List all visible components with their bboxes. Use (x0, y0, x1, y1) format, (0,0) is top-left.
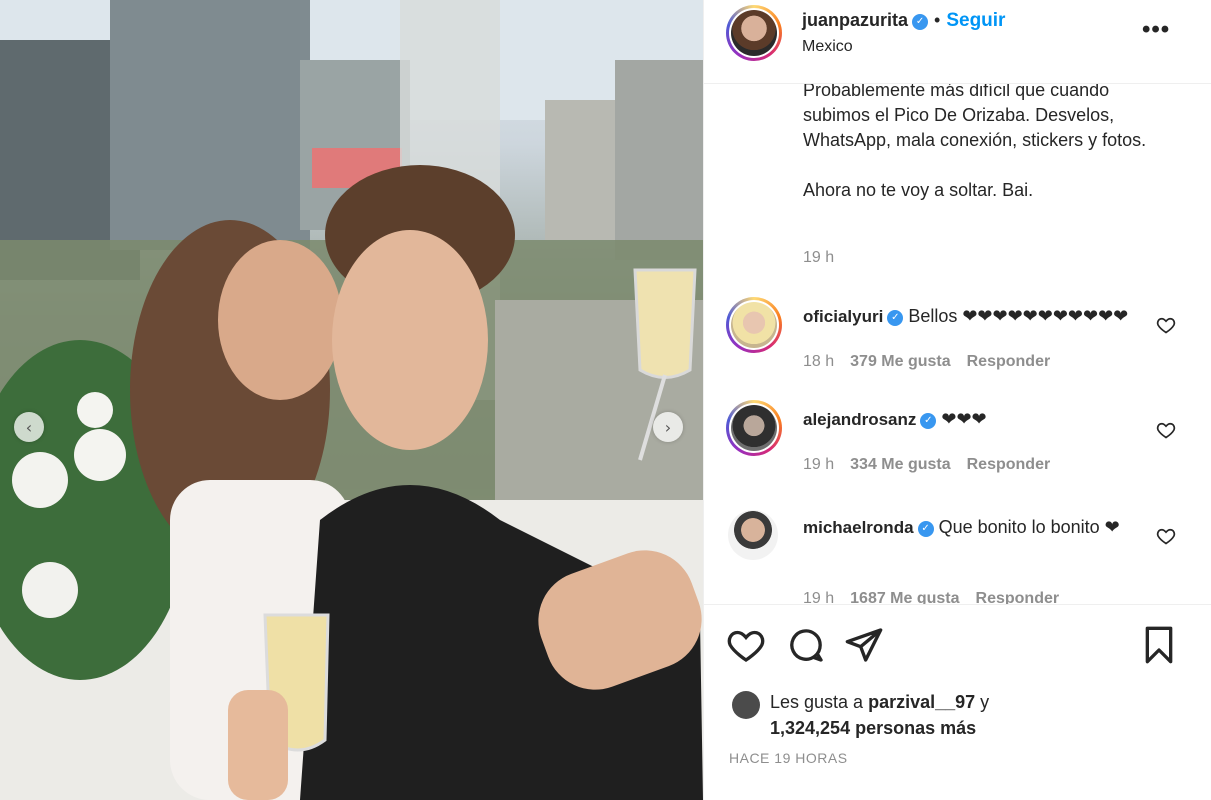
photo-illustration (0, 0, 703, 800)
comment-likes[interactable]: 334 Me gusta (850, 456, 950, 473)
like-comment-heart-icon[interactable] (1156, 315, 1176, 335)
verified-icon: ✓ (912, 13, 929, 30)
commenter-avatar[interactable] (726, 400, 782, 456)
like-comment-heart-icon[interactable] (1156, 526, 1176, 546)
comment-time: 18 h (803, 353, 835, 370)
commenter-username[interactable]: oficialyuri (803, 307, 883, 326)
comment-meta: 18 h 379 Me gusta Responder (803, 353, 1066, 371)
flower (12, 452, 68, 508)
comment-body: Bellos ❤︎❤︎❤︎❤︎❤︎❤︎❤︎❤︎❤︎❤︎❤ (908, 306, 1129, 326)
caption-time: 19 h (803, 249, 835, 266)
chevron-right-icon: › (664, 417, 672, 437)
comment-text: michaelronda ✓ Que bonito lo bonito ❤ (803, 514, 1148, 541)
flower (22, 562, 78, 618)
more-options-icon[interactable]: ••• (1142, 16, 1170, 44)
woman-face (218, 240, 342, 400)
liker-avatar[interactable] (732, 691, 760, 719)
commenter-username[interactable]: alejandrosanz (803, 410, 916, 429)
verified-icon: ✓ (920, 413, 937, 429)
like-heart-icon[interactable] (726, 625, 766, 665)
likes-suffix: y (975, 692, 990, 712)
carousel-next-button[interactable]: › (653, 412, 683, 442)
commenter-avatar[interactable] (726, 297, 782, 353)
verified-icon: ✓ (887, 310, 904, 326)
comment-meta: 19 h 334 Me gusta Responder (803, 456, 1066, 474)
likes-prefix: Les gusta a (770, 692, 869, 712)
like-comment-heart-icon[interactable] (1156, 420, 1176, 440)
comment-text: oficialyuri ✓ Bellos ❤︎❤︎❤︎❤︎❤︎❤︎❤︎❤︎❤︎❤︎… (803, 303, 1148, 330)
man-hand (228, 690, 288, 800)
author-avatar[interactable] (726, 5, 782, 61)
post-header: juanpazurita ✓ • Seguir Mexico ••• (704, 0, 1211, 84)
verified-icon: ✓ (917, 521, 934, 537)
reply-button[interactable]: Responder (967, 353, 1051, 370)
comment-bubble-icon[interactable] (786, 625, 826, 665)
save-bookmark-icon[interactable] (1139, 625, 1179, 665)
comments-list[interactable]: Probablemente más difícil que cuando sub… (704, 84, 1211, 604)
caption-paragraph: Probablemente más difícil que cuando sub… (803, 84, 1147, 150)
comment-time: 19 h (803, 456, 835, 473)
comment-body: Que bonito lo bonito ❤ (938, 517, 1120, 537)
flower (74, 429, 126, 481)
author-username[interactable]: juanpazurita (802, 10, 908, 30)
likes-count[interactable]: 1,324,254 personas más (770, 718, 976, 738)
author-line: juanpazurita ✓ • Seguir (802, 10, 1005, 32)
post-timestamp: HACE 19 HORAS (729, 750, 848, 766)
likes-summary[interactable]: Les gusta a parzival__97 y 1,324,254 per… (770, 689, 1070, 741)
man-face (332, 230, 488, 450)
post-caption: Probablemente más difícil que cuando sub… (803, 84, 1163, 228)
share-paper-plane-icon[interactable] (844, 625, 884, 665)
champagne-glass (633, 268, 697, 379)
carousel-prev-button[interactable]: ‹ (14, 412, 44, 442)
liker-username[interactable]: parzival__97 (868, 692, 975, 712)
follow-button[interactable]: Seguir (946, 10, 1005, 31)
building-right-a (545, 100, 615, 240)
comment-likes[interactable]: 1687 Me gusta (850, 590, 959, 604)
separator-dot: • (934, 10, 941, 30)
chevron-left-icon: ‹ (25, 417, 33, 437)
comment-meta: 19 h 1687 Me gusta Responder (803, 590, 1075, 604)
commenter-avatar[interactable] (728, 510, 778, 560)
comment-time: 19 h (803, 590, 835, 604)
post-side-panel: juanpazurita ✓ • Seguir Mexico ••• Probable… (703, 0, 1211, 800)
post-location[interactable]: Mexico (802, 38, 853, 56)
building-tower (110, 0, 310, 250)
post-actions: Les gusta a parzival__97 y 1,324,254 per… (704, 604, 1211, 800)
commenter-username[interactable]: michaelronda (803, 518, 914, 537)
flower (77, 392, 113, 428)
post-photo[interactable]: ‹ › (0, 0, 703, 800)
comment-body: ❤︎❤︎❤︎ (941, 409, 987, 429)
building-right-b (615, 60, 703, 260)
caption-paragraph: Ahora no te voy a soltar. Bai. (803, 180, 1034, 200)
comment-likes[interactable]: 379 Me gusta (850, 353, 950, 370)
reply-button[interactable]: Responder (967, 456, 1051, 473)
reply-button[interactable]: Responder (976, 590, 1060, 604)
comment-text: alejandrosanz ✓ ❤︎❤︎❤︎ (803, 406, 1148, 433)
